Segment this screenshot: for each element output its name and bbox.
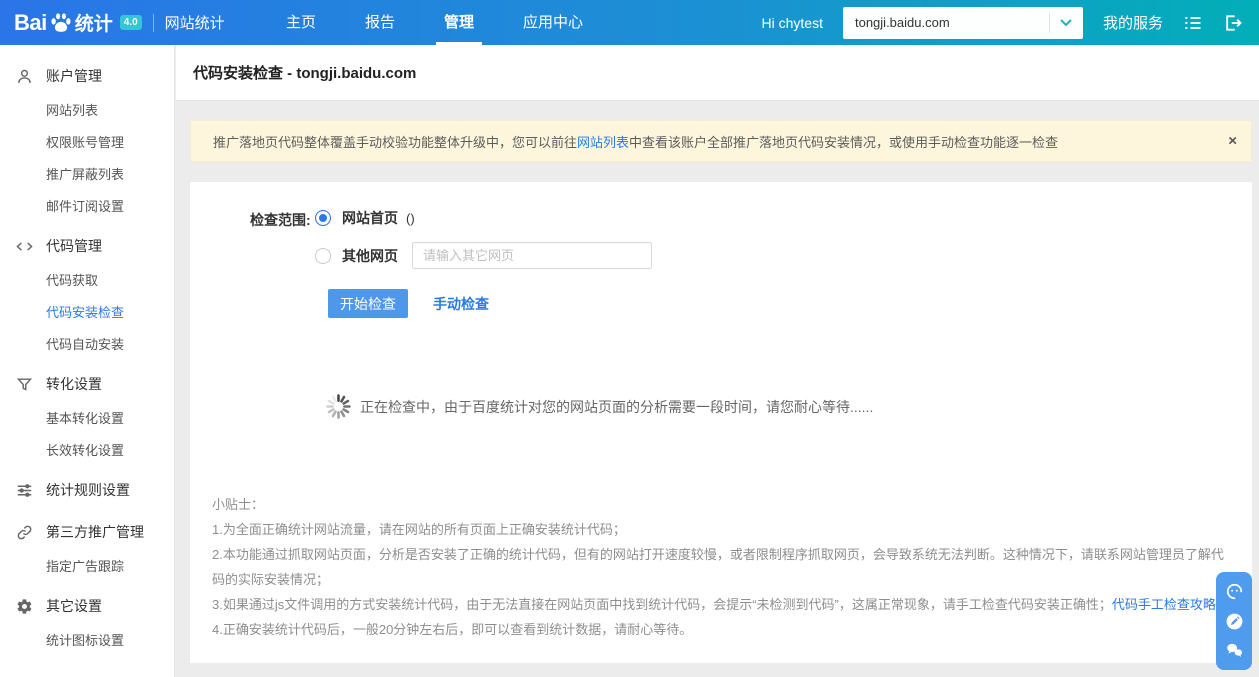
other-page-input[interactable] — [412, 242, 652, 269]
checking-status-text: 正在检查中，由于百度统计对您的网站页面的分析需要一段时间，请您耐心等待.....… — [360, 397, 873, 417]
tips-line-3: 3.如果通过js文件调用的方式安装统计代码，由于无法直接在网站页面中找到统计代码… — [212, 592, 1232, 617]
tips-line-3-text: 3.如果通过js文件调用的方式安装统计代码，由于无法直接在网站页面中找到统计代码… — [212, 597, 1112, 612]
sidebar-item-code-install-check[interactable]: 代码安装检查 — [0, 297, 174, 329]
sidebar-group-label: 账户管理 — [46, 66, 102, 86]
sidebar-group-conversion: 转化设置 基本转化设置 长效转化设置 — [0, 365, 174, 467]
my-services-link[interactable]: 我的服务 — [1103, 12, 1163, 33]
sidebar-group-thirdparty-header[interactable]: 第三方推广管理 — [0, 513, 174, 551]
funnel-icon — [16, 376, 33, 393]
tips-line-2: 2.本功能通过抓取网站页面，分析是否安装了正确的统计代码，但有的网站打开速度较慢… — [212, 542, 1232, 592]
tips-line-1: 1.为全面正确统计网站流量，请在网站的所有页面上正确安装统计代码； — [212, 517, 1232, 542]
manual-check-guide-link[interactable]: 代码手工检查攻略 — [1112, 597, 1216, 612]
action-button-row: 开始检查 手动检查 — [328, 289, 489, 318]
site-list-link[interactable]: 网站列表 — [577, 135, 629, 150]
sidebar-item-code-auto-install[interactable]: 代码自动安装 — [0, 329, 174, 361]
site-selector-value: tongji.baidu.com — [843, 15, 1049, 30]
logo-brand-text: 统计 — [75, 9, 113, 36]
customer-service-icon[interactable] — [1225, 582, 1244, 601]
sidebar-group-stat-rules-header[interactable]: 统计规则设置 — [0, 471, 174, 509]
sidebar-group-code-header[interactable]: 代码管理 — [0, 227, 174, 265]
sidebar-group-label: 第三方推广管理 — [46, 522, 144, 542]
sidebar-group-account-header[interactable]: 账户管理 — [0, 57, 174, 95]
list-menu-icon[interactable] — [1183, 13, 1203, 33]
sidebar-item-basic-conversion[interactable]: 基本转化设置 — [0, 403, 174, 435]
sidebar-group-label: 其它设置 — [46, 596, 102, 616]
sidebar-group-label: 代码管理 — [46, 236, 102, 256]
sidebar-item-longterm-conversion[interactable]: 长效转化设置 — [0, 435, 174, 467]
tips-title: 小贴士： — [212, 492, 1232, 517]
user-icon — [16, 68, 33, 85]
checking-status-row: 正在检查中，由于百度统计对您的网站页面的分析需要一段时间，请您耐心等待.....… — [325, 393, 873, 420]
homepage-radio-label[interactable]: 网站首页 — [342, 208, 398, 228]
gear-icon — [16, 598, 33, 615]
check-panel: 检查范围: 网站首页 () 其他网页 开始检查 手动检查 — [190, 182, 1252, 663]
site-selector-dropdown[interactable]: tongji.baidu.com — [843, 7, 1083, 39]
banner-text-before: 推广落地页代码整体覆盖手动校验功能整体升级中，您可以前往 — [213, 135, 577, 150]
sidebar-item-permission-accounts[interactable]: 权限账号管理 — [0, 127, 174, 159]
sidebar-group-other-header[interactable]: 其它设置 — [0, 587, 174, 625]
loading-spinner-icon — [325, 393, 352, 420]
homepage-radio[interactable] — [315, 210, 331, 226]
wechat-icon[interactable] — [1225, 641, 1244, 660]
sidebar-item-promo-block-list[interactable]: 推广屏蔽列表 — [0, 159, 174, 191]
page-title: 代码安装检查 - tongji.baidu.com — [193, 62, 416, 83]
link-icon — [16, 524, 33, 541]
close-icon[interactable]: × — [1228, 134, 1237, 149]
sidebar-group-code: 代码管理 代码获取 代码安装检查 代码自动安装 — [0, 227, 174, 361]
sidebar-group-thirdparty: 第三方推广管理 指定广告跟踪 — [0, 513, 174, 583]
baidu-paw-icon — [48, 10, 74, 36]
feedback-pencil-icon[interactable] — [1225, 612, 1244, 631]
sidebar-item-email-subscription[interactable]: 邮件订阅设置 — [0, 191, 174, 223]
manual-check-link[interactable]: 手动检查 — [433, 294, 489, 314]
product-name: 网站统计 — [165, 12, 225, 33]
option-other-page-row: 其他网页 — [315, 242, 652, 269]
notice-banner-text: 推广落地页代码整体覆盖手动校验功能整体升级中，您可以前往网站列表中查看该账户全部… — [213, 132, 1058, 151]
other-page-radio-label[interactable]: 其他网页 — [342, 246, 398, 266]
logout-icon[interactable] — [1223, 13, 1243, 33]
code-icon — [16, 238, 33, 255]
tips-section: 小贴士： 1.为全面正确统计网站流量，请在网站的所有页面上正确安装统计代码； 2… — [212, 492, 1232, 642]
logo-divider — [153, 14, 154, 32]
baidu-tongji-logo[interactable]: Bai 统计 4.0 网站统计 — [14, 9, 225, 36]
nav-app-center[interactable]: 应用中心 — [521, 0, 585, 45]
chevron-down-icon — [1049, 13, 1083, 33]
page-title-bar: 代码安装检查 - tongji.baidu.com — [176, 45, 1259, 101]
main-nav: 主页 报告 管理 应用中心 — [284, 0, 585, 45]
floating-tools-panel — [1216, 572, 1252, 670]
user-greeting: Hi chytest — [762, 15, 823, 31]
sidebar-group-other: 其它设置 统计图标设置 — [0, 587, 174, 657]
sidebar-item-ad-tracking[interactable]: 指定广告跟踪 — [0, 551, 174, 583]
sidebar-group-label: 转化设置 — [46, 374, 102, 394]
start-check-button[interactable]: 开始检查 — [328, 289, 408, 318]
top-bar-right: Hi chytest tongji.baidu.com 我的服务 — [762, 7, 1243, 39]
nav-home[interactable]: 主页 — [284, 0, 318, 45]
sidebar-group-label: 统计规则设置 — [46, 480, 130, 500]
sidebar-group-account: 账户管理 网站列表 权限账号管理 推广屏蔽列表 邮件订阅设置 — [0, 57, 174, 223]
sidebar-group-conversion-header[interactable]: 转化设置 — [0, 365, 174, 403]
option-homepage-row: 网站首页 () — [315, 208, 415, 228]
homepage-url-value: () — [406, 211, 415, 226]
nav-manage[interactable]: 管理 — [442, 0, 476, 45]
nav-reports[interactable]: 报告 — [363, 0, 397, 45]
sliders-icon — [16, 482, 33, 499]
top-bar: Bai 统计 4.0 网站统计 主页 报告 管理 应用中心 Hi chytest… — [0, 0, 1259, 45]
sidebar-group-stat-rules: 统计规则设置 — [0, 471, 174, 509]
sidebar: 账户管理 网站列表 权限账号管理 推广屏蔽列表 邮件订阅设置 代码管理 代码获取… — [0, 45, 175, 677]
other-page-radio[interactable] — [315, 248, 331, 264]
tips-line-4: 4.正确安装统计代码后，一般20分钟左右后，即可以查看到统计数据，请耐心等待。 — [212, 617, 1232, 642]
banner-text-after: 中查看该账户全部推广落地页代码安装情况，或使用手动检查功能逐一检查 — [629, 135, 1058, 150]
version-badge: 4.0 — [120, 15, 142, 30]
logo-text: Bai — [14, 10, 47, 36]
sidebar-item-site-list[interactable]: 网站列表 — [0, 95, 174, 127]
scope-label: 检查范围: — [250, 210, 311, 230]
notice-banner: 推广落地页代码整体覆盖手动校验功能整体升级中，您可以前往网站列表中查看该账户全部… — [190, 120, 1252, 162]
sidebar-item-stat-icon-settings[interactable]: 统计图标设置 — [0, 625, 174, 657]
sidebar-item-get-code[interactable]: 代码获取 — [0, 265, 174, 297]
